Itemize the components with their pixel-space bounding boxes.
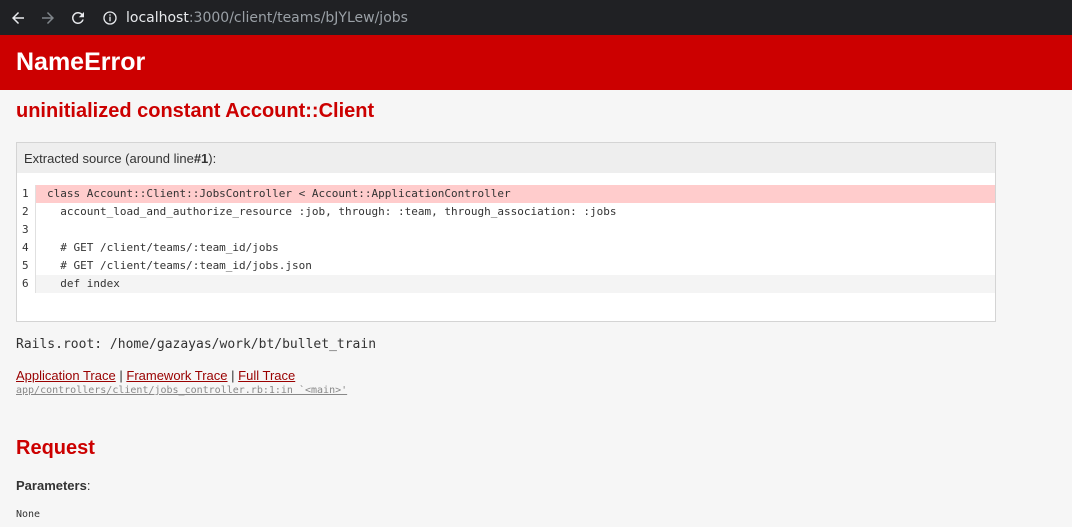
line-number: 4	[22, 241, 29, 254]
error-header: NameError	[0, 35, 1072, 90]
source-extract: Extracted source (around line #1 ): 1 2 …	[16, 142, 996, 322]
parameters-value: None	[16, 509, 41, 520]
code-line: account_load_and_authorize_resource :job…	[47, 205, 617, 218]
error-message: uninitialized constant Account::Client	[16, 100, 375, 122]
reload-button[interactable]	[66, 6, 90, 30]
error-content: uninitialized constant Account::Client E…	[0, 98, 1072, 520]
code-line: def index	[36, 275, 995, 293]
full-trace-link[interactable]: Full Trace	[238, 368, 295, 383]
reload-icon	[71, 11, 84, 24]
parameters: Parameters:	[16, 478, 1056, 493]
line-numbers: 1 2 3 4 5 6	[17, 185, 36, 293]
error-title: NameError	[16, 48, 146, 76]
url-path: :3000/client/teams/bJYLew/jobs	[188, 9, 408, 26]
trace-path-link[interactable]: app/controllers/client/jobs_controller.r…	[16, 385, 347, 396]
line-number: 2	[22, 205, 29, 218]
line-number: 5	[22, 259, 29, 272]
parameters-label: Parameters	[16, 478, 87, 493]
trace-separator: |	[119, 368, 123, 383]
code-lines: class Account::Client::JobsController < …	[36, 185, 995, 293]
source-info-suffix: ):	[208, 150, 217, 166]
line-number: 1	[22, 187, 29, 200]
source-code: 1 2 3 4 5 6 class Account::Client::JobsC…	[17, 173, 995, 321]
line-number: 6	[22, 277, 29, 290]
request-heading: Request	[16, 437, 95, 459]
back-button[interactable]	[6, 6, 30, 30]
forward-button[interactable]	[36, 6, 60, 30]
code-line: # GET /client/teams/:team_id/jobs	[47, 241, 279, 254]
framework-trace-link[interactable]: Framework Trace	[126, 368, 227, 383]
code-line: # GET /client/teams/:team_id/jobs.json	[47, 259, 312, 272]
address-bar[interactable]: localhost:3000/client/teams/bJYLew/jobs	[102, 0, 1072, 35]
trace-path: app/controllers/client/jobs_controller.r…	[16, 385, 1056, 396]
trace-links: Application Trace | Framework Trace | Fu…	[16, 368, 1056, 383]
code-line-highlighted: class Account::Client::JobsController < …	[36, 185, 995, 203]
line-number: 3	[22, 223, 29, 236]
browser-toolbar: localhost:3000/client/teams/bJYLew/jobs	[0, 0, 1072, 35]
arrow-left-icon	[12, 11, 24, 24]
parameters-colon: :	[86, 478, 91, 493]
source-info-line: #1	[193, 150, 209, 166]
info-icon[interactable]	[102, 10, 118, 26]
source-info-prefix: Extracted source (around line	[24, 150, 194, 166]
arrow-right-icon	[42, 11, 54, 24]
url-host: localhost	[126, 9, 189, 26]
application-trace-link[interactable]: Application Trace	[16, 368, 116, 383]
rails-root: Rails.root: /home/gazayas/work/bt/bullet…	[16, 337, 377, 352]
source-info: Extracted source (around line #1 ):	[17, 143, 995, 173]
trace-separator: |	[231, 368, 235, 383]
